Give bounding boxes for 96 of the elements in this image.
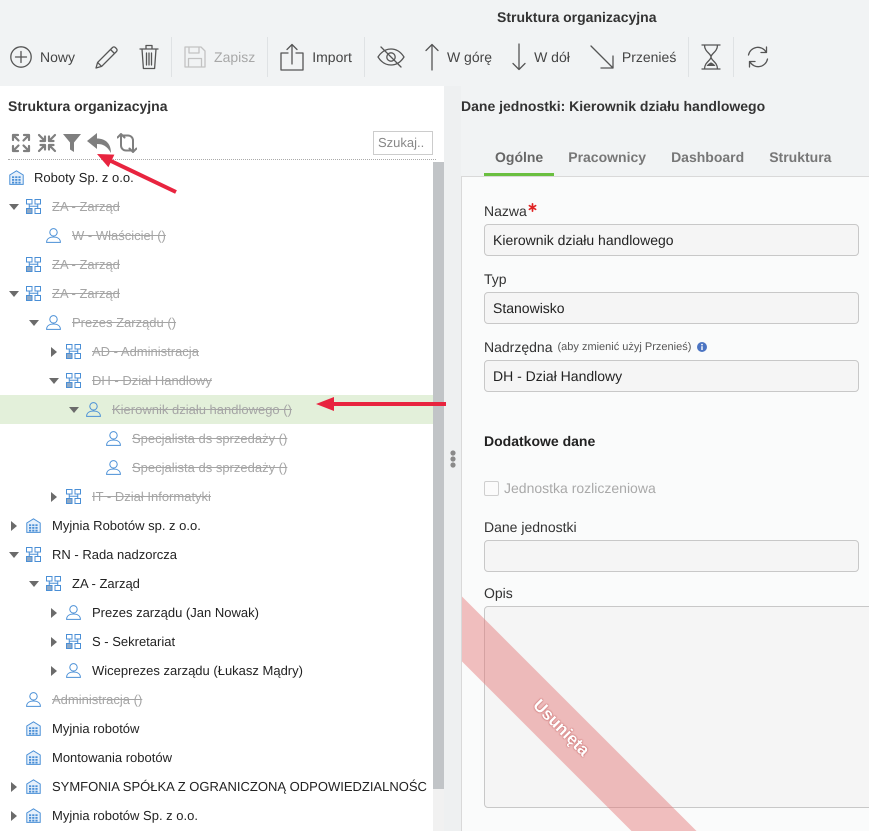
tree-item[interactable]: Myjnia robotów xyxy=(0,714,433,743)
expand-icon xyxy=(11,132,31,152)
building-icon xyxy=(26,779,41,794)
caret-down-icon[interactable] xyxy=(9,204,19,210)
checkbox-label: Jednostka rozliczeniowa xyxy=(504,478,656,498)
field-label: Opis xyxy=(484,584,513,602)
org-chart-icon xyxy=(66,373,81,388)
drag-handle-icon xyxy=(450,450,456,468)
tree-item[interactable]: ZA - Zarząd xyxy=(0,569,433,598)
org-chart-icon xyxy=(26,547,41,562)
expand-all-button[interactable] xyxy=(11,132,31,152)
person-icon xyxy=(66,605,81,620)
import-button[interactable]: Import xyxy=(270,36,362,78)
filter-button[interactable] xyxy=(63,132,81,152)
filter-icon xyxy=(63,132,81,152)
person-icon xyxy=(106,460,121,475)
collapse-all-button[interactable] xyxy=(37,132,57,152)
arrow-up-icon xyxy=(424,43,439,71)
field-label: Nazwa xyxy=(484,202,527,220)
org-chart-icon xyxy=(26,199,41,214)
caret-down-icon[interactable] xyxy=(29,580,39,586)
panel-title: Struktura organizacyjna xyxy=(8,96,168,116)
field-label: Dane jednostki xyxy=(484,518,577,536)
building-icon xyxy=(26,750,41,765)
refresh-icon xyxy=(746,46,770,68)
plus-circle-icon xyxy=(10,46,32,68)
tree-item[interactable]: SYMFONIA SPÓŁKA Z OGRANICZONĄ ODPOWIEDZIALNOŚC xyxy=(0,772,433,801)
tree-item[interactable]: Wiceprezes zarządu (Łukasz Mądry) xyxy=(0,656,433,685)
org-chart-icon xyxy=(26,286,41,301)
tab[interactable]: Dashboard xyxy=(660,142,756,176)
panel-title: Dane jednostki: Kierownik działu handlowego xyxy=(461,96,766,116)
field-label: Typ xyxy=(484,270,507,288)
caret-right-icon[interactable] xyxy=(11,520,17,530)
person-icon xyxy=(26,692,41,707)
window-title: Struktura organizacyjna xyxy=(497,8,656,27)
caret-right-icon[interactable] xyxy=(51,346,57,356)
caret-right-icon[interactable] xyxy=(51,666,57,676)
tab[interactable]: Struktura xyxy=(758,142,842,176)
arrow-down-icon xyxy=(512,43,526,71)
sync-button[interactable] xyxy=(117,132,137,154)
search-field[interactable]: Szukaj.. xyxy=(373,130,433,154)
tree-item[interactable]: Prezes zarządu (Jan Nowak) xyxy=(0,598,433,627)
org-chart-icon xyxy=(66,489,81,504)
org-chart-icon xyxy=(26,257,41,272)
new-button[interactable]: Nowy xyxy=(0,36,86,78)
sync-icon xyxy=(117,132,137,154)
text-field[interactable]: Stanowisko xyxy=(484,292,859,324)
person-icon xyxy=(66,663,81,678)
caret-right-icon[interactable] xyxy=(51,636,57,646)
tree-item[interactable]: S - Sekretariat xyxy=(0,627,433,656)
org-chart-icon xyxy=(66,634,81,649)
caret-right-icon[interactable] xyxy=(11,810,17,820)
move-button[interactable]: Przenieś xyxy=(580,36,686,78)
tree-item[interactable]: Myjnia Robotów sp. z o.o. xyxy=(0,511,433,540)
text-field[interactable]: Kierownik działu handlowego xyxy=(484,224,859,256)
building-icon xyxy=(26,808,41,823)
arrow-down-right-icon xyxy=(590,45,614,69)
caret-right-icon[interactable] xyxy=(11,782,17,792)
move-up-button[interactable]: W górę xyxy=(414,36,502,78)
caret-down-icon[interactable] xyxy=(29,320,39,326)
person-icon xyxy=(46,228,61,243)
org-chart-icon xyxy=(66,344,81,359)
building-icon xyxy=(26,518,41,533)
tree-item[interactable]: Roboty Sp. z o.o. xyxy=(0,163,433,192)
trash-icon xyxy=(139,44,160,70)
person-icon xyxy=(106,431,121,446)
tab[interactable]: Pracownicy xyxy=(557,142,658,176)
building-icon xyxy=(9,170,24,185)
move-down-button[interactable]: W dół xyxy=(502,36,580,78)
info-icon xyxy=(697,342,708,352)
caret-right-icon[interactable] xyxy=(51,492,57,502)
tree-item[interactable]: Myjnia robotów Sp. z o.o. xyxy=(0,801,433,830)
text-field[interactable] xyxy=(484,540,859,572)
org-chart-icon xyxy=(46,576,61,591)
caret-down-icon[interactable] xyxy=(9,290,19,296)
field-label: Nadrzędna xyxy=(484,338,552,356)
caret-down-icon[interactable] xyxy=(9,552,19,558)
field-hint: (aby zmienić użyj Przenieś) xyxy=(558,340,692,355)
caret-down-icon[interactable] xyxy=(69,406,79,412)
upload-icon xyxy=(280,43,304,71)
tree-item[interactable]: RN - Rada nadzorcza xyxy=(0,540,433,569)
section-heading: Dodatkowe dane xyxy=(484,432,596,450)
tree-item[interactable]: Montowania robotów xyxy=(0,743,433,772)
person-icon xyxy=(86,402,101,417)
eye-slash-icon xyxy=(376,46,405,68)
person-icon xyxy=(46,315,61,330)
caret-right-icon[interactable] xyxy=(51,608,57,618)
undo-button[interactable] xyxy=(87,132,111,152)
pencil-icon xyxy=(95,45,120,69)
building-icon xyxy=(26,721,41,736)
text-field[interactable]: DH - Dział Handlowy xyxy=(484,360,859,392)
undo-icon xyxy=(87,132,111,152)
caret-down-icon[interactable] xyxy=(49,378,59,384)
collapse-icon xyxy=(37,132,57,152)
description-field[interactable] xyxy=(484,606,869,808)
hourglass-icon xyxy=(701,44,722,70)
